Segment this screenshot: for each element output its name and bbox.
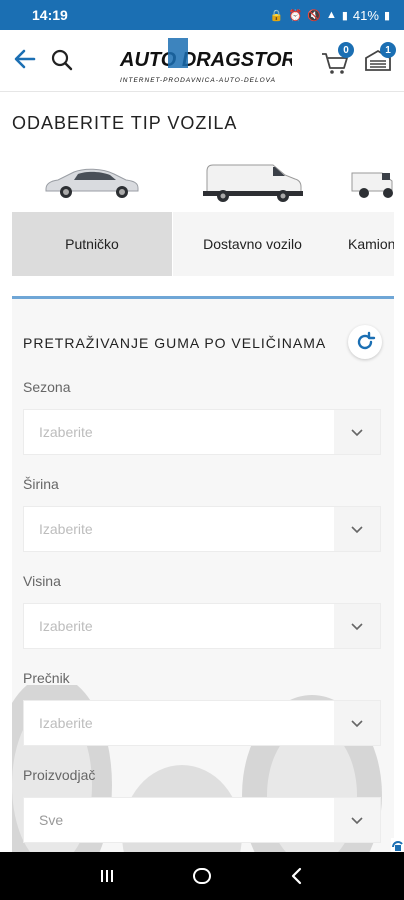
status-icons: 🔒 ⏰ 🔇 ▲ ▮ 41% ▮ bbox=[270, 8, 390, 23]
diameter-select-value: Izaberite bbox=[39, 715, 93, 731]
mute-icon: 🔇 bbox=[307, 9, 321, 22]
cart-count-badge: 0 bbox=[338, 42, 354, 58]
vehicle-type-carousel[interactable]: Putničko Dostavno vozilo Kamion bbox=[12, 150, 394, 276]
wifi-icon: ▲ bbox=[325, 9, 337, 21]
vehicle-card-label: Dostavno vozilo bbox=[203, 236, 302, 252]
chevron-down-icon bbox=[334, 701, 380, 745]
chevron-down-icon bbox=[334, 604, 380, 648]
manufacturer-select[interactable]: Sve bbox=[23, 797, 381, 843]
chevron-down-icon bbox=[334, 798, 380, 842]
home-icon[interactable] bbox=[182, 856, 222, 896]
vehicle-card-van[interactable]: Dostavno vozilo bbox=[172, 150, 332, 276]
system-nav-bar bbox=[0, 852, 404, 900]
diameter-label: Prečnik bbox=[23, 670, 70, 686]
back-arrow-icon[interactable] bbox=[10, 44, 40, 74]
refresh-icon bbox=[357, 331, 376, 350]
height-label: Visina bbox=[23, 573, 61, 589]
season-select[interactable]: Izaberite bbox=[23, 409, 381, 455]
logo-tagline: INTERNET-PRODAVNICA-AUTO-DELOVA bbox=[120, 77, 276, 84]
width-select[interactable]: Izaberite bbox=[23, 506, 381, 552]
recent-apps-icon[interactable] bbox=[87, 856, 127, 896]
truck-image bbox=[332, 150, 394, 212]
tire-search-panel: PRETRAŽIVANJE GUMA PO VELIČINAMA Sezona … bbox=[12, 296, 394, 856]
garage-count-badge: 1 bbox=[380, 42, 396, 58]
signal-icon: ▮ bbox=[341, 9, 348, 22]
season-label: Sezona bbox=[23, 379, 71, 395]
chevron-down-icon bbox=[334, 410, 380, 454]
diameter-select[interactable]: Izaberite bbox=[23, 700, 381, 746]
status-time: 14:19 bbox=[32, 7, 68, 23]
manufacturer-select-value: Sve bbox=[39, 812, 64, 828]
alarm-icon: ⏰ bbox=[288, 9, 303, 22]
vehicle-card-passenger[interactable]: Putničko bbox=[12, 150, 172, 276]
chevron-down-icon bbox=[334, 507, 380, 551]
logo-text: AUTO DRAGSTOR bbox=[119, 49, 292, 71]
season-select-value: Izaberite bbox=[39, 424, 93, 440]
vehicle-type-title: ODABERITE TIP VOZILA bbox=[12, 113, 238, 133]
reset-button[interactable] bbox=[348, 325, 382, 359]
back-nav-icon[interactable] bbox=[277, 856, 317, 896]
garage-button[interactable]: 1 bbox=[360, 42, 396, 78]
height-select-value: Izaberite bbox=[39, 618, 93, 634]
delivery-van-image bbox=[173, 150, 332, 212]
tire-search-title: PRETRAŽIVANJE GUMA PO VELIČINAMA bbox=[23, 335, 327, 351]
vehicle-card-label: Putničko bbox=[12, 212, 172, 276]
status-bar: 14:19 🔒 ⏰ 🔇 ▲ ▮ 41% ▮ bbox=[0, 0, 404, 30]
lock-icon: 🔒 bbox=[269, 9, 284, 22]
app-header: AUTO DRAGSTOR INTERNET-PRODAVNICA-AUTO-D… bbox=[0, 30, 404, 92]
cart-button[interactable]: 0 bbox=[318, 42, 354, 78]
height-select[interactable]: Izaberite bbox=[23, 603, 381, 649]
search-icon[interactable] bbox=[48, 46, 76, 74]
width-label: Širina bbox=[23, 476, 59, 492]
sedan-car-image bbox=[12, 150, 172, 212]
vehicle-card-truck[interactable]: Kamion bbox=[332, 150, 394, 276]
battery-percent: 41% bbox=[352, 7, 379, 23]
vehicle-card-label: Kamion bbox=[348, 236, 394, 252]
recaptcha-badge-icon[interactable] bbox=[391, 838, 404, 852]
brand-logo[interactable]: AUTO DRAGSTOR INTERNET-PRODAVNICA-AUTO-D… bbox=[116, 36, 296, 86]
battery-icon: ▮ bbox=[383, 9, 390, 22]
manufacturer-label: Proizvodjač bbox=[23, 767, 96, 783]
width-select-value: Izaberite bbox=[39, 521, 93, 537]
